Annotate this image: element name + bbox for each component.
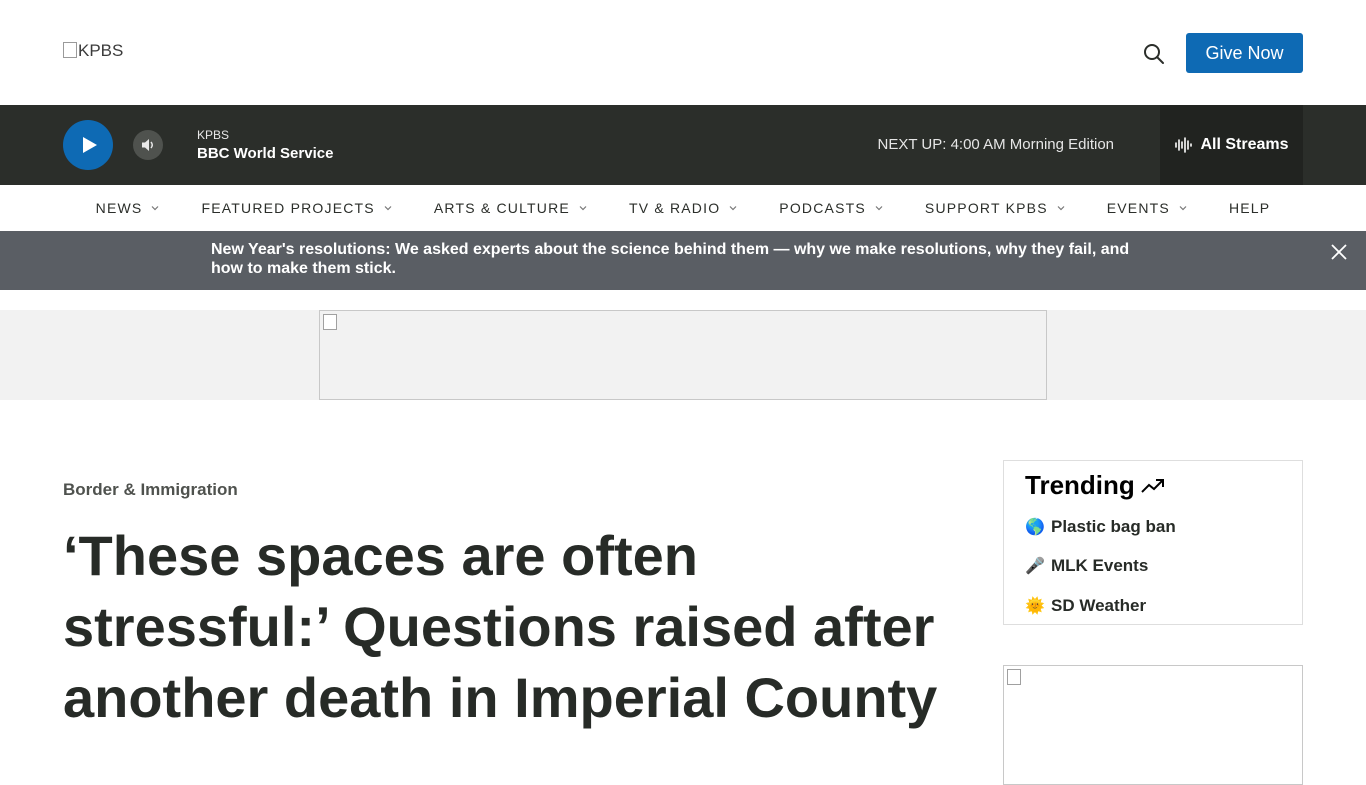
broken-image-icon (1007, 669, 1021, 685)
nav-item-featured-projects[interactable]: FEATURED PROJECTS (180, 185, 412, 231)
nav-label: TV & RADIO (628, 200, 721, 216)
nav-item-podcasts[interactable]: PODCASTS (758, 185, 904, 231)
play-icon (83, 137, 97, 153)
kpbs-logo[interactable]: KPBS (63, 41, 123, 61)
nav-item-arts-culture[interactable]: ARTS & CULTURE (413, 185, 608, 231)
close-icon[interactable] (1329, 242, 1349, 262)
site-header: KPBS Give Now (0, 0, 1366, 105)
live-player-bar: KPBS BBC World Service NEXT UP: 4:00 AM … (0, 105, 1366, 185)
alert-link[interactable]: New Year's resolutions: We asked experts… (211, 240, 1131, 278)
trending-item-plastic-bag-ban[interactable]: 🌎 Plastic bag ban (1025, 517, 1176, 537)
program-name: BBC World Service (197, 145, 334, 162)
alert-banner: New Year's resolutions: We asked experts… (0, 231, 1366, 290)
trending-item-label: Plastic bag ban (1051, 517, 1176, 536)
chevron-down-icon (1057, 206, 1065, 211)
give-now-button[interactable]: Give Now (1186, 33, 1303, 73)
chevron-down-icon (152, 206, 159, 211)
trending-box: Trending 🌎 Plastic bag ban 🎤 MLK Events … (1003, 460, 1303, 625)
nav-label: ARTS & CULTURE (433, 200, 570, 216)
chevron-down-icon (875, 206, 883, 211)
nav-item-tv-radio[interactable]: TV & RADIO (608, 185, 758, 231)
nav-label: FEATURED PROJECTS (201, 200, 375, 216)
globe-icon: 🌎 (1025, 519, 1045, 536)
play-button[interactable] (63, 120, 113, 170)
next-up-text: NEXT UP: 4:00 AM Morning Edition (877, 136, 1115, 153)
ad-band (0, 310, 1366, 400)
trending-item-mlk-events[interactable]: 🎤 MLK Events (1025, 556, 1148, 576)
broken-image-icon (63, 42, 77, 58)
nav-item-events[interactable]: EVENTS (1086, 185, 1208, 231)
nav-item-news[interactable]: NEWS (75, 185, 181, 231)
trending-item-label: MLK Events (1051, 556, 1149, 575)
all-streams-label: All Streams (1200, 136, 1289, 153)
trending-title-text: Trending (1025, 470, 1135, 500)
trending-item-sd-weather[interactable]: 🌞 SD Weather (1025, 596, 1146, 616)
search-icon[interactable] (1142, 42, 1166, 66)
chevron-down-icon (729, 206, 737, 211)
broken-image-icon (323, 314, 337, 330)
main-nav: NEWS FEATURED PROJECTS ARTS & CULTURE TV… (0, 185, 1366, 231)
volume-button[interactable] (133, 130, 163, 160)
audio-wave-icon (1175, 137, 1193, 153)
speaker-icon (142, 139, 153, 151)
nav-item-help[interactable]: HELP (1208, 185, 1291, 231)
station-name: KPBS (197, 128, 230, 142)
trending-up-icon (1141, 478, 1164, 493)
chevron-down-icon (579, 206, 587, 211)
trending-item-label: SD Weather (1051, 596, 1147, 615)
nav-label: NEWS (95, 200, 143, 216)
nav-label: HELP (1228, 200, 1271, 216)
leaderboard-ad[interactable] (319, 310, 1047, 400)
sun-icon: 🌞 (1025, 598, 1045, 615)
sidebar-ad[interactable] (1003, 665, 1303, 785)
chevron-down-icon (1179, 206, 1187, 211)
trending-title: Trending (1025, 470, 1166, 501)
nav-label: PODCASTS (779, 200, 866, 216)
all-streams-button[interactable]: All Streams (1160, 105, 1303, 185)
microphone-icon: 🎤 (1025, 558, 1045, 575)
article-category[interactable]: Border & Immigration (63, 480, 238, 500)
article-headline: ‘These spaces are often stressful:’ Ques… (63, 524, 938, 729)
nav-label: SUPPORT KPBS (924, 200, 1048, 216)
chevron-down-icon (384, 206, 392, 211)
logo-alt-text: KPBS (78, 41, 124, 60)
nav-label: EVENTS (1106, 200, 1170, 216)
nav-item-support-kpbs[interactable]: SUPPORT KPBS (904, 185, 1086, 231)
